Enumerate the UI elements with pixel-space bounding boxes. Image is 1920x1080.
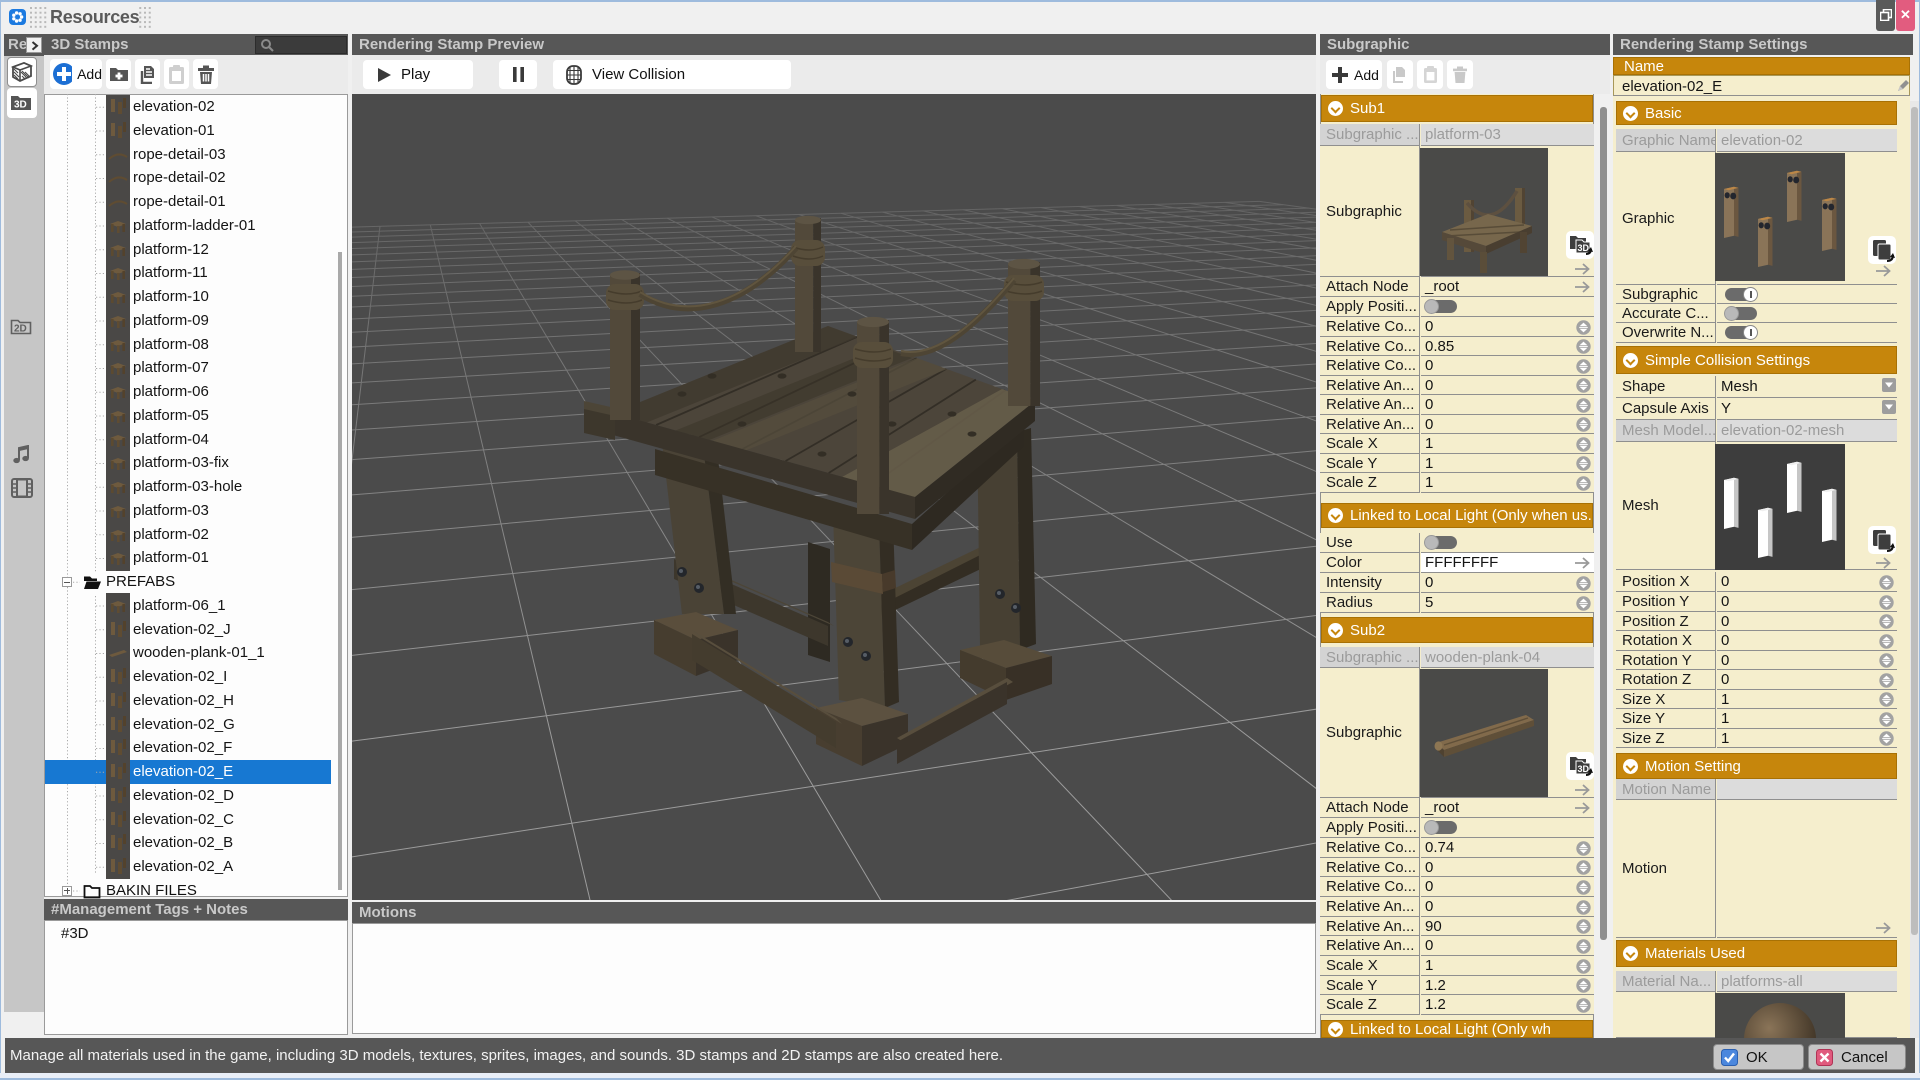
svg-text:3D: 3D (14, 100, 27, 111)
svg-text:2D: 2D (14, 324, 27, 335)
svg-text:3D: 3D (1578, 243, 1590, 253)
svg-text:3D: 3D (1578, 764, 1590, 774)
